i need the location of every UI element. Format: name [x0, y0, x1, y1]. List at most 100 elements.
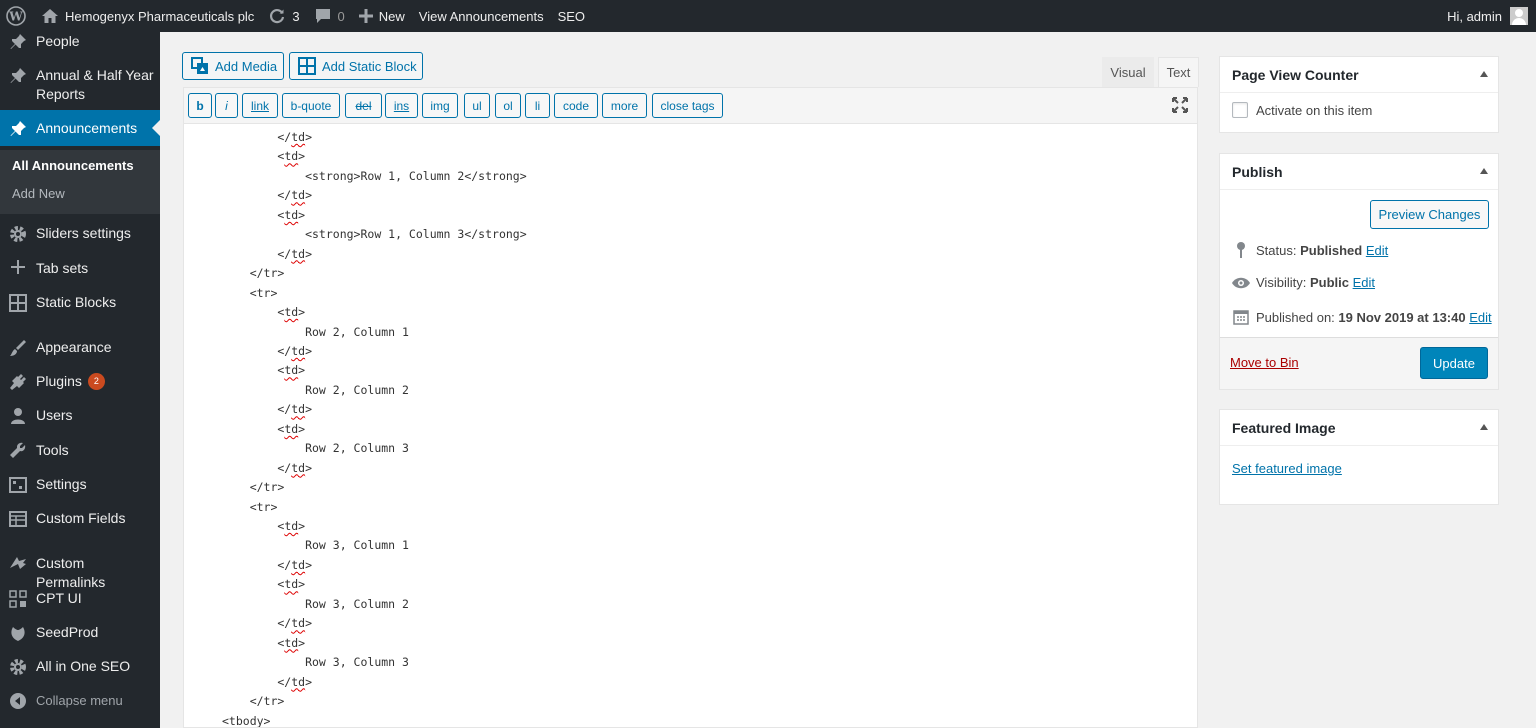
- code-line: Row 2, Column 3: [222, 441, 409, 456]
- seo-label: SEO: [557, 8, 586, 24]
- sidebar-item-label: Custom Permalinks: [36, 555, 106, 590]
- qt-code-button[interactable]: code: [554, 93, 598, 118]
- sidebar-item-appearance[interactable]: Appearance: [0, 338, 160, 357]
- sidebar-item-tools[interactable]: Tools: [0, 441, 160, 460]
- calendar-icon: [1230, 309, 1252, 325]
- svg-text:W: W: [8, 10, 23, 24]
- code-line: <strong>Row 1, Column 3</strong>: [222, 227, 527, 242]
- sidebar-item-announcements[interactable]: Announcements: [0, 110, 160, 146]
- sidebar-item-people[interactable]: People: [0, 32, 160, 54]
- sidebar-item-label: Tools: [36, 442, 69, 458]
- submenu-all-announcements[interactable]: All Announcements: [12, 158, 134, 173]
- edit-visibility-link[interactable]: Edit: [1353, 275, 1375, 290]
- tab-text[interactable]: Text: [1158, 57, 1199, 87]
- move-to-bin-link[interactable]: Move to Bin: [1230, 355, 1299, 370]
- add-static-block-label: Add Static Block: [322, 58, 417, 74]
- sidebar-item-custom-fields[interactable]: Custom Fields: [0, 509, 160, 528]
- code-line: Row 3, Column 2: [222, 596, 409, 611]
- content-textarea[interactable]: </td> <td> <strong>Row 1, Column 2</stro…: [183, 123, 1198, 728]
- sidebar-item-plugins[interactable]: Plugins 2: [0, 372, 160, 391]
- sidebar-item-seedprod[interactable]: SeedProd: [0, 623, 160, 642]
- sidebar-item-users[interactable]: Users: [0, 406, 160, 425]
- comments-link[interactable]: 0: [307, 0, 352, 32]
- sidebar-item-tab-sets[interactable]: Tab sets: [0, 259, 160, 278]
- sidebar-item-cpt-ui[interactable]: CPT UI: [0, 589, 160, 608]
- grid-icon: [298, 57, 316, 75]
- activate-checkbox[interactable]: [1232, 102, 1248, 118]
- pin-icon: [0, 66, 36, 85]
- code-line: <tr>: [222, 499, 278, 514]
- code-line: <td>: [222, 577, 306, 592]
- qt-link-button[interactable]: link: [242, 93, 278, 118]
- preview-changes-button[interactable]: Preview Changes: [1370, 200, 1489, 229]
- publish-box: Publish Preview Changes Status: Publishe…: [1219, 153, 1499, 390]
- code-line: <td>: [222, 207, 306, 222]
- code-line: </tr>: [222, 694, 285, 709]
- box-header[interactable]: Publish: [1220, 154, 1498, 190]
- grid-icon: [0, 293, 36, 312]
- visibility-value: Public: [1309, 275, 1349, 290]
- plugins-update-badge: 2: [87, 373, 105, 390]
- collapse-menu-button[interactable]: Collapse menu: [0, 691, 160, 710]
- visibility-row: Visibility: Public Edit: [1230, 275, 1375, 290]
- sidebar-item-label: Users: [36, 407, 73, 423]
- view-announcements-link[interactable]: View Announcements: [412, 0, 551, 32]
- cpt-icon: [0, 589, 36, 608]
- sidebar-item-all-in-one-seo[interactable]: All in One SEO: [0, 657, 160, 676]
- submenu-add-new[interactable]: Add New: [12, 186, 65, 201]
- toggle-arrow-icon[interactable]: [1480, 71, 1488, 77]
- new-content-link[interactable]: New: [352, 0, 412, 32]
- pin-icon: [0, 119, 36, 138]
- qt-close-tags-button[interactable]: close tags: [652, 93, 723, 118]
- code-line: </td>: [222, 616, 313, 631]
- eye-icon: [1230, 276, 1252, 290]
- edit-date-link[interactable]: Edit: [1469, 310, 1491, 325]
- qt-more-button[interactable]: more: [602, 93, 647, 118]
- qt-ul-button[interactable]: ul: [464, 93, 490, 118]
- qt-italic-button[interactable]: i: [215, 93, 238, 118]
- site-name: Hemogenyx Pharmaceuticals plc: [65, 8, 255, 24]
- qt-li-button[interactable]: li: [525, 93, 550, 118]
- admin-sidebar: People Annual & Half Year Reports Announ…: [0, 32, 160, 728]
- sidebar-item-settings[interactable]: Settings: [0, 475, 160, 494]
- box-title: Page View Counter: [1232, 66, 1359, 83]
- sidebar-item-sliders[interactable]: Sliders settings: [0, 224, 160, 243]
- box-header[interactable]: Featured Image: [1220, 410, 1498, 446]
- qt-bquote-button[interactable]: b-quote: [282, 93, 340, 118]
- sliders-icon: [0, 475, 36, 494]
- updates-link[interactable]: 3: [261, 0, 306, 32]
- sidebar-item-custom-permalinks[interactable]: Custom Permalinks: [0, 554, 160, 592]
- qt-img-button[interactable]: img: [422, 93, 458, 118]
- qt-ol-button[interactable]: ol: [495, 93, 521, 118]
- sidebar-item-reports[interactable]: Annual & Half Year Reports: [0, 66, 160, 106]
- my-account[interactable]: Hi, admin: [1447, 7, 1536, 25]
- qt-bold-button[interactable]: b: [188, 93, 212, 118]
- qt-ins-button[interactable]: ins: [385, 93, 418, 118]
- add-static-block-button[interactable]: Add Static Block: [289, 52, 423, 80]
- qt-del-button[interactable]: del: [345, 93, 382, 118]
- code-line: Row 2, Column 1: [222, 324, 409, 339]
- toggle-arrow-icon[interactable]: [1480, 424, 1488, 430]
- fullscreen-icon[interactable]: [1171, 96, 1189, 117]
- edit-status-link[interactable]: Edit: [1366, 243, 1388, 258]
- code-line: <td>: [222, 421, 306, 436]
- tab-visual[interactable]: Visual: [1102, 57, 1154, 87]
- plus-icon: [0, 259, 36, 274]
- quicktags-toolbar: b i link b-quote del ins img ul ol li co…: [183, 87, 1198, 123]
- wordpress-logo-icon[interactable]: W: [0, 0, 34, 32]
- add-media-button[interactable]: Add Media: [182, 52, 284, 80]
- update-button[interactable]: Update: [1420, 347, 1488, 379]
- toggle-arrow-icon[interactable]: [1480, 168, 1488, 174]
- set-featured-image-link[interactable]: Set featured image: [1232, 461, 1342, 476]
- code-line: <td>: [222, 149, 306, 164]
- code-line: </td>: [222, 130, 313, 144]
- activate-row: Activate on this item: [1220, 93, 1498, 118]
- box-header[interactable]: Page View Counter: [1220, 57, 1498, 93]
- sidebar-item-static-blocks[interactable]: Static Blocks: [0, 293, 160, 312]
- featured-image-inside: Set featured image: [1220, 446, 1498, 476]
- seo-link[interactable]: SEO: [551, 0, 592, 32]
- media-icon: [191, 57, 209, 75]
- page-view-counter-box: Page View Counter Activate on this item: [1219, 56, 1499, 133]
- gear-icon: [0, 657, 36, 676]
- site-name-link[interactable]: Hemogenyx Pharmaceuticals plc: [34, 0, 261, 32]
